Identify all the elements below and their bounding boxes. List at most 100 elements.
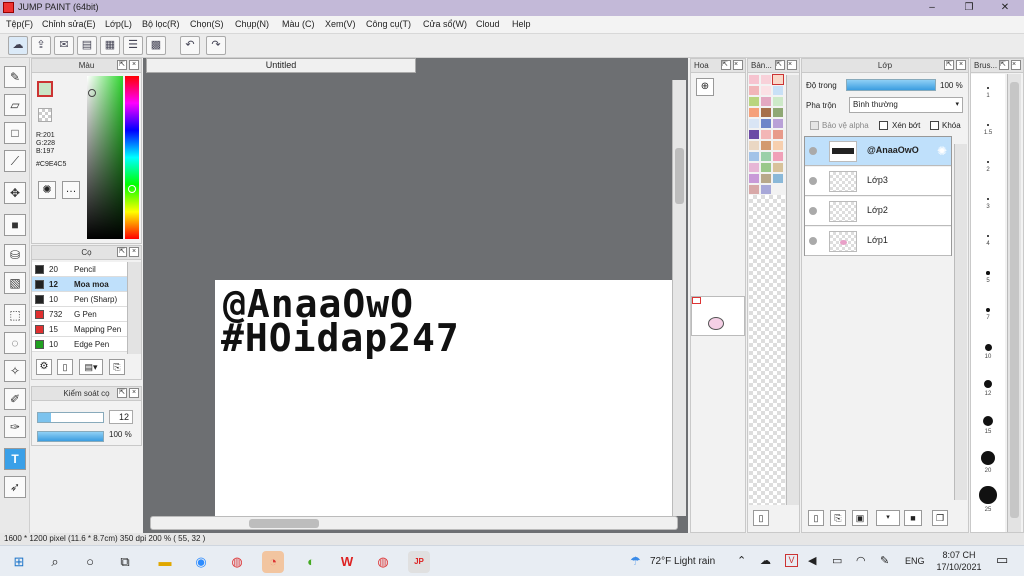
blend-mode-select[interactable]: Bình thường ▾: [849, 97, 963, 113]
layer-options-icon[interactable]: ▾: [876, 510, 900, 526]
line-tool-icon[interactable]: ⟋: [4, 150, 26, 172]
merge-layer-icon[interactable]: ❐: [932, 510, 948, 526]
new-brush-icon[interactable]: ▯: [57, 359, 73, 375]
select-pen-tool-icon[interactable]: ✐: [4, 388, 26, 410]
vscroll-thumb[interactable]: [675, 148, 684, 204]
menu-capture[interactable]: Chụp(N): [235, 19, 269, 29]
document-tab[interactable]: Untitled: [146, 58, 416, 73]
brush-size-dot[interactable]: [986, 197, 990, 201]
select-rect-tool-icon[interactable]: ⬚: [4, 304, 26, 326]
fill-rect-tool-icon[interactable]: ■: [4, 214, 26, 236]
menu-filter[interactable]: Bộ lọc(R): [142, 19, 180, 29]
visibility-icon[interactable]: [809, 207, 817, 215]
wps-icon[interactable]: W: [336, 551, 358, 573]
layer-list-scrollbar[interactable]: [954, 144, 967, 500]
weather-text[interactable]: 72°F Light rain: [650, 556, 715, 567]
primary-color-swatch[interactable]: [37, 81, 53, 97]
chrome-icon[interactable]: ◍: [226, 551, 248, 573]
task-view-icon[interactable]: ⧉: [114, 551, 136, 573]
lock-checkbox[interactable]: [930, 121, 939, 130]
palette-swatch[interactable]: [749, 75, 759, 84]
brush-size-dot[interactable]: [985, 307, 991, 313]
document-icon[interactable]: ▦: [100, 36, 120, 55]
visibility-icon[interactable]: [809, 237, 817, 245]
zoom-icon[interactable]: ⊕: [696, 78, 714, 96]
popout-icon[interactable]: ⇱: [117, 388, 127, 398]
palette-scrollbar[interactable]: [786, 75, 799, 505]
duplicate-layer-icon[interactable]: ⎘: [830, 510, 846, 526]
palette-swatch[interactable]: [761, 163, 771, 172]
menu-window[interactable]: Cửa sổ(W): [423, 19, 467, 29]
layer-mask-icon[interactable]: ▣: [852, 510, 868, 526]
brush-delete-icon[interactable]: ⎘: [109, 359, 125, 375]
palette-swatch[interactable]: [773, 119, 783, 128]
magic-wand-tool-icon[interactable]: ✧: [4, 360, 26, 382]
brush-size-scrollbar[interactable]: [1007, 74, 1021, 532]
palette-swatch[interactable]: [749, 108, 759, 117]
lasso-tool-icon[interactable]: ◌: [4, 332, 26, 354]
palette-swatch[interactable]: [749, 185, 759, 194]
palette-swatch[interactable]: [761, 75, 771, 84]
palette-swatch[interactable]: [772, 74, 784, 85]
gear-icon[interactable]: ✺: [937, 144, 947, 158]
chrome-profile-icon[interactable]: ◍: [372, 551, 394, 573]
onedrive-icon[interactable]: ☁: [760, 554, 771, 567]
brush-tool-icon[interactable]: ✎: [4, 66, 26, 88]
new-palette-icon[interactable]: ▯: [753, 510, 769, 526]
undo-icon[interactable]: ↶: [180, 36, 200, 55]
text-tool-icon[interactable]: T: [4, 448, 26, 470]
color-menu-icon[interactable]: …: [62, 181, 80, 199]
panel-close-icon[interactable]: ×: [129, 60, 139, 70]
canvas-vertical-scrollbar[interactable]: [672, 80, 686, 516]
brush-list-item[interactable]: 12 Moa moa: [32, 277, 128, 292]
zoom-app-icon[interactable]: ◉: [190, 551, 212, 573]
layer-row[interactable]: Lớp3: [805, 167, 951, 196]
select-eraser-tool-icon[interactable]: ✑: [4, 416, 26, 438]
minimize-button[interactable]: –: [915, 0, 949, 16]
palette-swatch[interactable]: [773, 141, 783, 150]
menu-view[interactable]: Xem(V): [325, 19, 356, 29]
brush-opacity-slider[interactable]: [37, 431, 104, 442]
brush-size-value[interactable]: 12: [109, 410, 133, 424]
popout-icon[interactable]: ⇱: [117, 247, 127, 257]
palette-swatch[interactable]: [773, 174, 783, 183]
redo-icon[interactable]: ↷: [206, 36, 226, 55]
menu-layer[interactable]: Lớp(L): [105, 19, 132, 29]
maximize-button[interactable]: ❐: [952, 0, 986, 16]
grid-icon[interactable]: ▩: [146, 36, 166, 55]
messenger-icon[interactable]: ◔: [262, 551, 284, 573]
palette-swatch[interactable]: [773, 97, 783, 106]
rectangle-tool-icon[interactable]: □: [4, 122, 26, 144]
palette-swatch[interactable]: [773, 163, 783, 172]
move-tool-icon[interactable]: ✥: [4, 182, 26, 204]
palette-swatch[interactable]: [761, 97, 771, 106]
file-explorer-icon[interactable]: ▬: [154, 551, 176, 573]
palette-swatch[interactable]: [749, 86, 759, 95]
notification-icon[interactable]: ▭: [996, 552, 1008, 568]
brush-size-dot[interactable]: [986, 234, 990, 238]
palette-swatch[interactable]: [761, 130, 771, 139]
brush-folder-icon[interactable]: ▤▾: [79, 359, 103, 375]
popout-icon[interactable]: ⇱: [944, 60, 954, 70]
palette-swatch[interactable]: [761, 174, 771, 183]
antivirus-icon[interactable]: V: [785, 554, 798, 567]
brush-list-item[interactable]: 15 Mapping Pen: [32, 322, 128, 337]
panel-close-icon[interactable]: ×: [733, 60, 743, 70]
palette-swatch[interactable]: [749, 163, 759, 172]
canvas-paper[interactable]: @AnaaOwO #HOidap247: [215, 280, 672, 516]
pen-icon[interactable]: ✎: [880, 554, 889, 567]
coccoc-icon[interactable]: ◐: [300, 551, 322, 573]
menu-cloud[interactable]: Cloud: [476, 19, 500, 29]
brush-size-dot[interactable]: [987, 87, 989, 89]
menu-select[interactable]: Chọn(S): [190, 19, 224, 29]
brush-list-item[interactable]: 10 Pen (Sharp): [32, 292, 128, 307]
menu-edit[interactable]: Chỉnh sửa(E): [42, 19, 96, 29]
canvas-horizontal-scrollbar[interactable]: [150, 516, 678, 530]
palette-swatch[interactable]: [749, 97, 759, 106]
palette-swatch[interactable]: [749, 119, 759, 128]
brush-list-scrollbar[interactable]: [127, 262, 141, 354]
cortana-icon[interactable]: ○: [79, 551, 101, 573]
layer-row[interactable]: Lớp1: [805, 227, 951, 256]
transparent-color-swatch[interactable]: [38, 108, 52, 122]
brush-size-dot[interactable]: [983, 379, 993, 389]
